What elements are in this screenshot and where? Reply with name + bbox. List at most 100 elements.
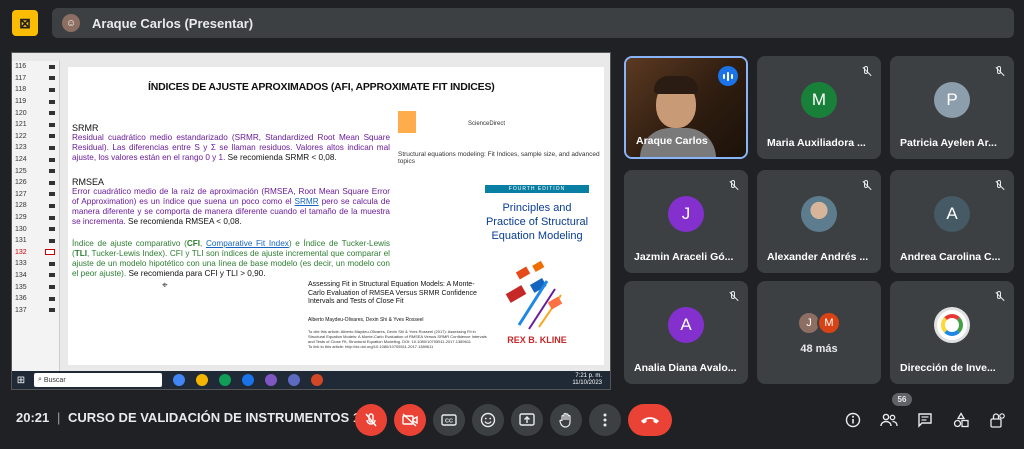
mic-toggle-button[interactable] <box>355 404 387 436</box>
slide-thumbnail-preview <box>49 157 55 162</box>
avatar: J <box>668 195 704 232</box>
participant-name: Jazmin Araceli Gó... <box>634 251 734 263</box>
camera-toggle-button[interactable] <box>394 404 426 436</box>
participant-tile[interactable]: M Maria Auxiliadora ... <box>757 56 881 159</box>
slide-thumbnail-preview <box>49 99 55 104</box>
slide-thumbnail[interactable]: 120 <box>12 107 59 119</box>
raise-hand-button[interactable] <box>550 404 582 436</box>
sciencedirect-label: ScienceDirect <box>468 121 506 127</box>
people-button[interactable] <box>879 410 899 430</box>
participant-tile[interactable]: Dirección de Inve... <box>890 281 1014 384</box>
app-icon[interactable] <box>219 374 231 386</box>
hangup-icon <box>641 417 659 424</box>
emoji-button[interactable] <box>472 404 504 436</box>
slide-thumbnail[interactable]: 131 <box>12 235 59 247</box>
present-icon <box>519 413 535 426</box>
slide-thumbnail-preview <box>49 285 55 290</box>
chrome-icon[interactable] <box>173 374 185 386</box>
slide-thumbnails: 116 117 118 119 120 121 122 123 124 125 126 127 128 1… <box>12 61 60 371</box>
host-controls-icon <box>990 413 1005 428</box>
slide-thumbnail[interactable]: 124 <box>12 154 59 166</box>
app-icon[interactable] <box>265 374 277 386</box>
file-explorer-icon[interactable] <box>196 374 208 386</box>
app-icon[interactable] <box>242 374 254 386</box>
slide-thumbnail[interactable]: 125 <box>12 165 59 177</box>
article-title: Assessing Fit in Structural Equation Mod… <box>308 281 477 305</box>
rmsea-heading: RMSEA <box>72 177 105 187</box>
participant-tile[interactable]: Araque Carlos <box>624 56 748 159</box>
slide-thumbnail[interactable]: 123 <box>12 142 59 154</box>
article-reference: Assessing Fit in Structural Equation Mod… <box>308 281 488 365</box>
more-options-button[interactable] <box>589 404 621 436</box>
srmr-link[interactable]: SRMR <box>295 197 319 206</box>
participant-tile[interactable]: P Patricia Ayelen Ar... <box>890 56 1014 159</box>
institution-logo-icon <box>941 313 963 336</box>
slide-thumbnail[interactable]: 117 <box>12 73 59 85</box>
slide-number: 127 <box>15 190 27 198</box>
powerpoint-icon[interactable] <box>311 374 323 386</box>
presenter-avatar: ☺ <box>62 14 80 32</box>
captions-button[interactable]: CC <box>433 404 465 436</box>
people-icon <box>880 413 898 427</box>
present-now-button[interactable] <box>511 404 543 436</box>
participant-tile[interactable]: A Analia Diana Avalo... <box>624 281 748 384</box>
article-link[interactable]: To link to this article: http://dx.doi.o… <box>308 344 488 349</box>
taskbar-date: 11/10/2023 <box>572 380 602 386</box>
slide-thumbnail[interactable]: 128 <box>12 200 59 212</box>
slide-thumbnail[interactable]: 121 <box>12 119 59 131</box>
cfi-text-1: Índice de ajuste comparativo ( <box>72 239 187 248</box>
slide-title: ÍNDICES DE AJUSTE APROXIMADOS (AFI, APPR… <box>148 81 495 93</box>
slide-thumbnail[interactable]: 116 <box>12 61 59 73</box>
meeting-info-button[interactable] <box>843 410 863 430</box>
avatar: P <box>934 81 970 118</box>
slide-thumbnail-preview <box>49 192 55 197</box>
slide-number: 116 <box>15 63 27 71</box>
chat-button[interactable] <box>915 410 935 430</box>
participant-tile[interactable]: A Andrea Carolina C... <box>890 170 1014 273</box>
activities-button[interactable] <box>951 410 971 430</box>
article-authors: Alberto Maydeu-Olivares, Dexin Shi & Yve… <box>308 316 424 323</box>
slide-thumbnail[interactable]: 134 <box>12 270 59 282</box>
avatar: M <box>817 311 841 335</box>
slide-thumbnail[interactable]: 118 <box>12 84 59 96</box>
participant-name: Araque Carlos <box>636 135 708 147</box>
leave-call-button[interactable] <box>628 404 672 436</box>
slide-thumbnail-preview <box>49 261 55 266</box>
captions-icon: CC <box>441 414 457 426</box>
participant-name: Andrea Carolina C... <box>900 251 1001 263</box>
slide-number: 132 <box>15 248 27 256</box>
meeting-clock: 20:21 <box>16 410 50 425</box>
mic-off-icon <box>994 291 1005 303</box>
taskbar-search-placeholder: Buscar <box>43 376 66 384</box>
slide-thumbnail[interactable]: 135 <box>12 281 59 293</box>
slide-thumbnail-preview <box>49 64 55 69</box>
slide-thumbnail[interactable]: 130 <box>12 223 59 235</box>
slide-thumbnail[interactable]: 126 <box>12 177 59 189</box>
tli-abbr: TLI <box>74 249 88 258</box>
more-participants-tile[interactable]: J M 48 más <box>757 281 881 384</box>
slide-thumbnail[interactable]: 129 <box>12 212 59 224</box>
cfi-link[interactable]: Comparative Fit Index <box>206 239 289 248</box>
slide-thumbnail[interactable]: 137 <box>12 304 59 316</box>
slide-thumbnail[interactable]: 122 <box>12 131 59 143</box>
slide-thumbnail[interactable]: 127 <box>12 189 59 201</box>
book-cover-image: FOURTH EDITION Principles and Practice o… <box>485 185 589 357</box>
slide-thumbnail-preview <box>49 227 55 232</box>
presenter-name: Araque Carlos (Presentar) <box>92 15 254 31</box>
windows-taskbar: ⊞ ⌕ Buscar 7:21 p. m. 11/10/2023 <box>12 371 610 389</box>
slide-thumbnail[interactable]: 132 <box>12 247 59 259</box>
slide-thumbnail-preview <box>49 122 55 127</box>
host-controls-button[interactable] <box>987 410 1007 430</box>
taskbar-search-input[interactable]: ⌕ Buscar <box>34 373 162 387</box>
mic-off-icon <box>994 180 1005 192</box>
stop-presenting-icon[interactable]: ⊠ <box>12 10 38 36</box>
slide-thumbnail[interactable]: 119 <box>12 96 59 108</box>
app-icon[interactable] <box>288 374 300 386</box>
participant-tile[interactable]: Alexander Andrés ... <box>757 170 881 273</box>
slide-thumbnail[interactable]: 133 <box>12 258 59 270</box>
separator: | <box>57 410 61 425</box>
raise-hand-icon <box>559 412 571 428</box>
windows-start-icon[interactable]: ⊞ <box>12 371 30 389</box>
slide-thumbnail[interactable]: 136 <box>12 293 59 305</box>
participant-tile[interactable]: J Jazmin Araceli Gó... <box>624 170 748 273</box>
